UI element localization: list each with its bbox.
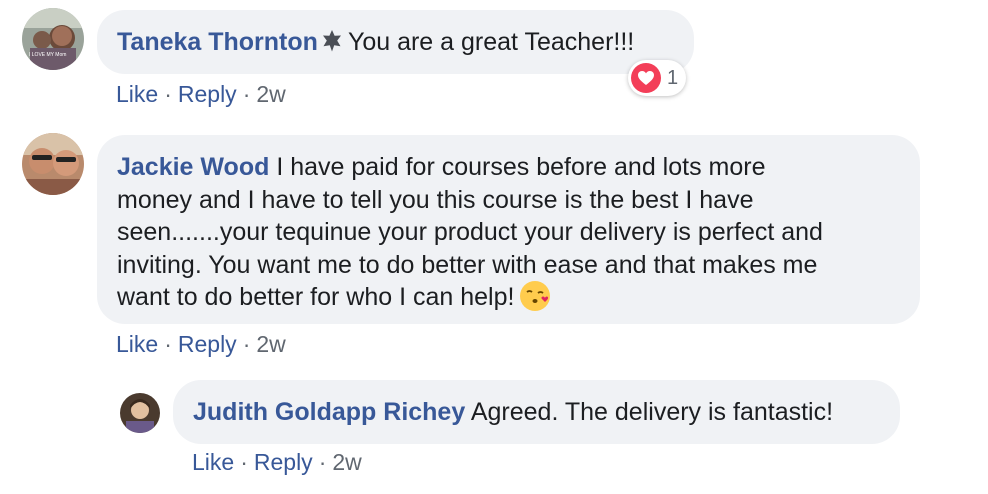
author-name[interactable]: Judith Goldapp Richey	[193, 398, 465, 426]
reaction-summary[interactable]: 1	[628, 60, 687, 96]
like-button[interactable]: Like	[116, 331, 158, 357]
separator: ·	[242, 81, 251, 107]
reply-button[interactable]: Reply	[178, 331, 237, 357]
reply-button[interactable]: Reply	[178, 81, 237, 107]
separator: ·	[242, 331, 251, 357]
comment-text-line: money and I have to tell you this course…	[117, 185, 754, 214]
top-fan-badge-icon	[320, 29, 344, 62]
comment-actions: Like · Reply · 2w	[116, 80, 286, 108]
comment-text: Agreed. The delivery is fantastic!	[470, 398, 834, 426]
avatar[interactable]	[22, 133, 84, 195]
reaction-count: 1	[667, 66, 679, 89]
timestamp[interactable]: 2w	[256, 81, 285, 107]
timestamp[interactable]: 2w	[332, 449, 361, 475]
comment-text-line: seen.......your tequinue your product yo…	[117, 218, 823, 246]
comment-actions: Like · Reply · 2w	[116, 330, 286, 358]
like-button[interactable]: Like	[192, 449, 234, 475]
avatar-text: I LOVE MY Mom	[29, 52, 66, 58]
kissing-face-icon	[520, 281, 551, 311]
comment-text: You are a great Teacher!!!	[347, 28, 635, 56]
separator: ·	[164, 81, 172, 107]
author-name[interactable]: Jackie Wood	[117, 153, 269, 181]
reply-button[interactable]: Reply	[254, 449, 313, 475]
author-name[interactable]: Taneka Thornton	[117, 28, 318, 56]
comment-text-line: I have paid for courses before and lots …	[276, 153, 766, 181]
comment-text-line: want to do better for who I can help!	[117, 283, 515, 311]
comment-text-line: inviting. You want me to do better with …	[117, 250, 818, 279]
avatar[interactable]	[120, 393, 160, 433]
comment-actions: Like · Reply · 2w	[192, 448, 362, 476]
comment-bubble: Judith Goldapp Richey Agreed. The delive…	[173, 380, 900, 444]
love-icon	[631, 63, 661, 93]
separator: ·	[240, 449, 248, 475]
comment-bubble: Taneka Thornton You are a great Teacher!!…	[97, 10, 694, 74]
avatar[interactable]: I LOVE MY Mom	[22, 8, 84, 70]
separator: ·	[318, 449, 327, 475]
timestamp[interactable]: 2w	[256, 331, 285, 357]
comment-bubble: Jackie Wood I have paid for courses befo…	[97, 135, 920, 324]
separator: ·	[164, 331, 172, 357]
like-button[interactable]: Like	[116, 81, 158, 107]
